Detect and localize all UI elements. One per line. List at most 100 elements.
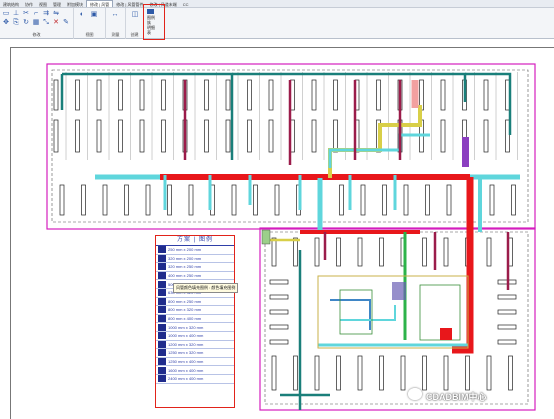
parking-stall bbox=[497, 339, 517, 345]
legend-row: 1250 mm x 400 mm bbox=[156, 358, 234, 367]
duct-floor-plan[interactable] bbox=[0, 0, 554, 419]
parking-stall bbox=[497, 294, 517, 300]
interior-outline-lower bbox=[264, 231, 529, 405]
legend-row: 320 mm x 250 mm bbox=[156, 263, 234, 272]
legend-label: 1250 mm x 400 mm bbox=[168, 359, 204, 365]
legend-swatch bbox=[158, 306, 166, 314]
parking-stall bbox=[247, 79, 252, 111]
legend-label: 320 mm x 200 mm bbox=[168, 255, 202, 261]
parking-stall bbox=[376, 79, 381, 111]
legend-swatch bbox=[158, 263, 166, 271]
legend-label: 2400 mm x 400 mm bbox=[168, 376, 204, 382]
parking-stall bbox=[271, 237, 277, 267]
wechat-icon bbox=[408, 388, 422, 400]
duct-teal-3 bbox=[465, 72, 512, 135]
legend-row: 320 mm x 200 mm bbox=[156, 254, 234, 264]
parking-stall bbox=[293, 355, 298, 391]
parking-stall bbox=[336, 237, 341, 267]
parking-stall bbox=[360, 184, 366, 216]
parking-stall bbox=[118, 79, 123, 111]
parking-stall bbox=[269, 339, 289, 345]
parking-stall bbox=[271, 355, 277, 391]
parking-stall bbox=[204, 119, 209, 153]
parking-stall bbox=[269, 279, 289, 285]
parking-stall bbox=[124, 184, 129, 216]
parking-stall bbox=[167, 184, 172, 216]
parking-stall bbox=[247, 119, 252, 153]
legend-row: 1000 mm x 320 mm bbox=[156, 323, 234, 332]
parking-stall bbox=[225, 79, 231, 111]
legend-swatch bbox=[158, 289, 166, 297]
legend-row: 1200 mm x 320 mm bbox=[156, 340, 234, 350]
legend-row: 800 mm x 250 mm bbox=[156, 297, 234, 307]
parking-stall bbox=[314, 237, 320, 267]
parking-stall bbox=[339, 184, 344, 216]
legend-title: 方案 | 图例 bbox=[156, 236, 234, 246]
legend-label: 1250 mm x 320 mm bbox=[168, 350, 204, 356]
legend-row: 2400 mm x 400 mm bbox=[156, 375, 234, 384]
duct-riser-red bbox=[452, 177, 474, 354]
legend-row: 1250 mm x 320 mm bbox=[156, 349, 234, 358]
legend-swatch bbox=[158, 349, 166, 357]
parking-stall bbox=[268, 119, 274, 153]
parking-stall bbox=[188, 184, 194, 216]
legend-label: 1000 mm x 320 mm bbox=[168, 324, 204, 330]
core-room-inner bbox=[339, 289, 373, 335]
legend-label: 250 mm x 200 mm bbox=[168, 247, 202, 253]
equipment-block-3 bbox=[261, 229, 271, 245]
legend-swatch bbox=[158, 323, 166, 331]
legend-label: 320 mm x 250 mm bbox=[168, 264, 202, 270]
legend-swatch bbox=[158, 272, 166, 280]
legend-row: 800 mm x 320 mm bbox=[156, 306, 234, 315]
parking-stall bbox=[497, 309, 517, 315]
legend-label: 800 mm x 400 mm bbox=[168, 316, 202, 322]
parking-stall bbox=[293, 237, 298, 267]
parking-stall bbox=[446, 184, 452, 216]
parking-stall bbox=[59, 184, 65, 216]
legend-label: 800 mm x 320 mm bbox=[168, 307, 202, 313]
parking-stall bbox=[422, 237, 427, 267]
parking-stall bbox=[511, 184, 516, 216]
parking-stall bbox=[440, 79, 446, 111]
parking-stall bbox=[443, 355, 449, 391]
parking-stall bbox=[489, 184, 495, 216]
legend-row: 1600 mm x 400 mm bbox=[156, 366, 234, 375]
legend-swatch bbox=[158, 375, 166, 383]
parking-stall bbox=[425, 184, 430, 216]
equipment-block-4 bbox=[440, 328, 452, 340]
parking-stall bbox=[253, 184, 258, 216]
legend-label: 1000 mm x 400 mm bbox=[168, 333, 204, 339]
parking-stall bbox=[269, 309, 289, 315]
parking-stall bbox=[400, 355, 406, 391]
parking-stall bbox=[333, 119, 338, 153]
parking-stall bbox=[311, 79, 317, 111]
parking-stall bbox=[268, 79, 274, 111]
parking-stall bbox=[274, 184, 280, 216]
parking-stall bbox=[483, 79, 489, 111]
parking-stall bbox=[314, 355, 320, 391]
legend-swatch bbox=[158, 358, 166, 366]
legend-rows: 250 mm x 200 mm 320 mm x 200 mm 320 mm x 2… bbox=[156, 246, 234, 384]
legend-label: 1600 mm x 400 mm bbox=[168, 367, 204, 373]
parking-stall bbox=[486, 237, 492, 267]
parking-stall bbox=[139, 119, 145, 153]
parking-stall bbox=[81, 184, 86, 216]
parking-stall bbox=[508, 355, 513, 391]
legend-swatch bbox=[158, 366, 166, 374]
parking-stall bbox=[403, 184, 409, 216]
parking-stall bbox=[161, 79, 166, 111]
parking-stall bbox=[96, 119, 102, 153]
parking-stall bbox=[443, 237, 449, 267]
legend-row: 1000 mm x 400 mm bbox=[156, 332, 234, 341]
parking-stall bbox=[53, 119, 59, 153]
parking-stall bbox=[465, 355, 470, 391]
parking-stall bbox=[357, 237, 363, 267]
watermark: CDADBIM中心 bbox=[426, 392, 487, 402]
equipment-block bbox=[392, 282, 406, 300]
color-fill-legend[interactable]: 方案 | 图例 250 mm x 200 mm 320 mm x 200 mm 32… bbox=[155, 235, 235, 408]
legend-swatch bbox=[158, 332, 166, 340]
parking-stall bbox=[53, 79, 59, 111]
legend-swatch bbox=[158, 254, 166, 262]
duct-branch-yellow bbox=[328, 105, 422, 178]
parking-stall bbox=[75, 119, 80, 153]
